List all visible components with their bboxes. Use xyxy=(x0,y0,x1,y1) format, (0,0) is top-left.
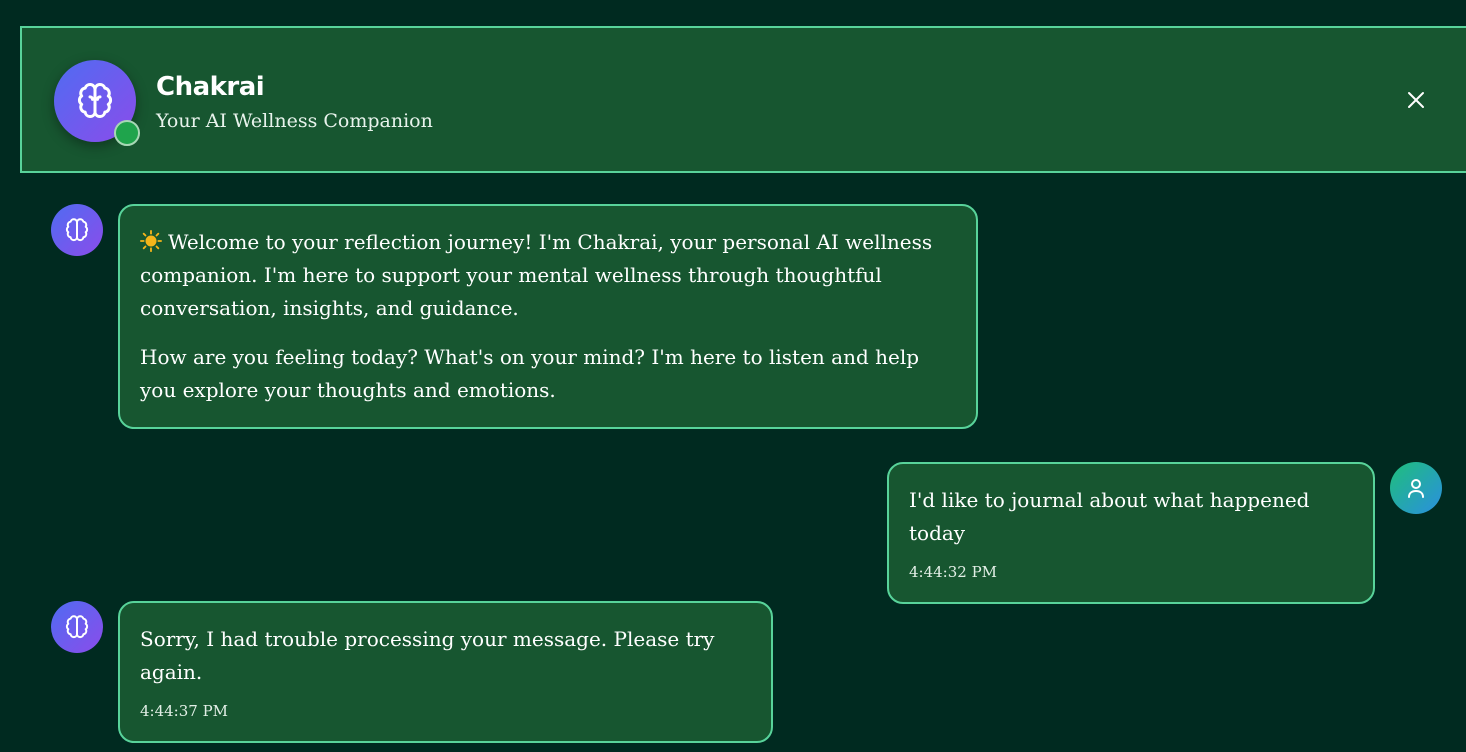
message-text: Welcome to your reflection journey! I'm … xyxy=(140,230,933,320)
user-message: I'd like to journal about what happened … xyxy=(887,462,1375,604)
brain-icon xyxy=(65,615,89,639)
user-icon xyxy=(1408,479,1424,498)
message-text: I'd like to journal about what happened … xyxy=(909,488,1310,545)
app-subtitle: Your AI Wellness Companion xyxy=(156,110,433,132)
app-title: Chakrai xyxy=(156,72,265,102)
message-timestamp: 4:44:32 PM xyxy=(909,563,998,581)
close-icon xyxy=(1408,92,1424,108)
assistant-message: Sorry, I had trouble processing your mes… xyxy=(118,601,773,743)
close-button[interactable] xyxy=(1404,88,1428,112)
brain-icon xyxy=(65,218,89,242)
sun-icon xyxy=(140,230,162,252)
message-text: Sorry, I had trouble processing your mes… xyxy=(140,627,715,684)
chat-window: Chakrai Your AI Wellness Companion Welco… xyxy=(0,0,1466,752)
logo-avatar xyxy=(54,60,140,146)
assistant-avatar xyxy=(51,204,103,256)
message-paragraph: Welcome to your reflection journey! I'm … xyxy=(140,226,956,325)
user-avatar xyxy=(1390,462,1442,514)
assistant-avatar xyxy=(51,601,103,653)
message-timestamp: 4:44:37 PM xyxy=(140,702,229,720)
assistant-message: Welcome to your reflection journey! I'm … xyxy=(118,204,978,429)
chat-header: Chakrai Your AI Wellness Companion xyxy=(20,26,1466,173)
online-status-indicator xyxy=(114,120,140,146)
message-paragraph: How are you feeling today? What's on you… xyxy=(140,345,920,402)
